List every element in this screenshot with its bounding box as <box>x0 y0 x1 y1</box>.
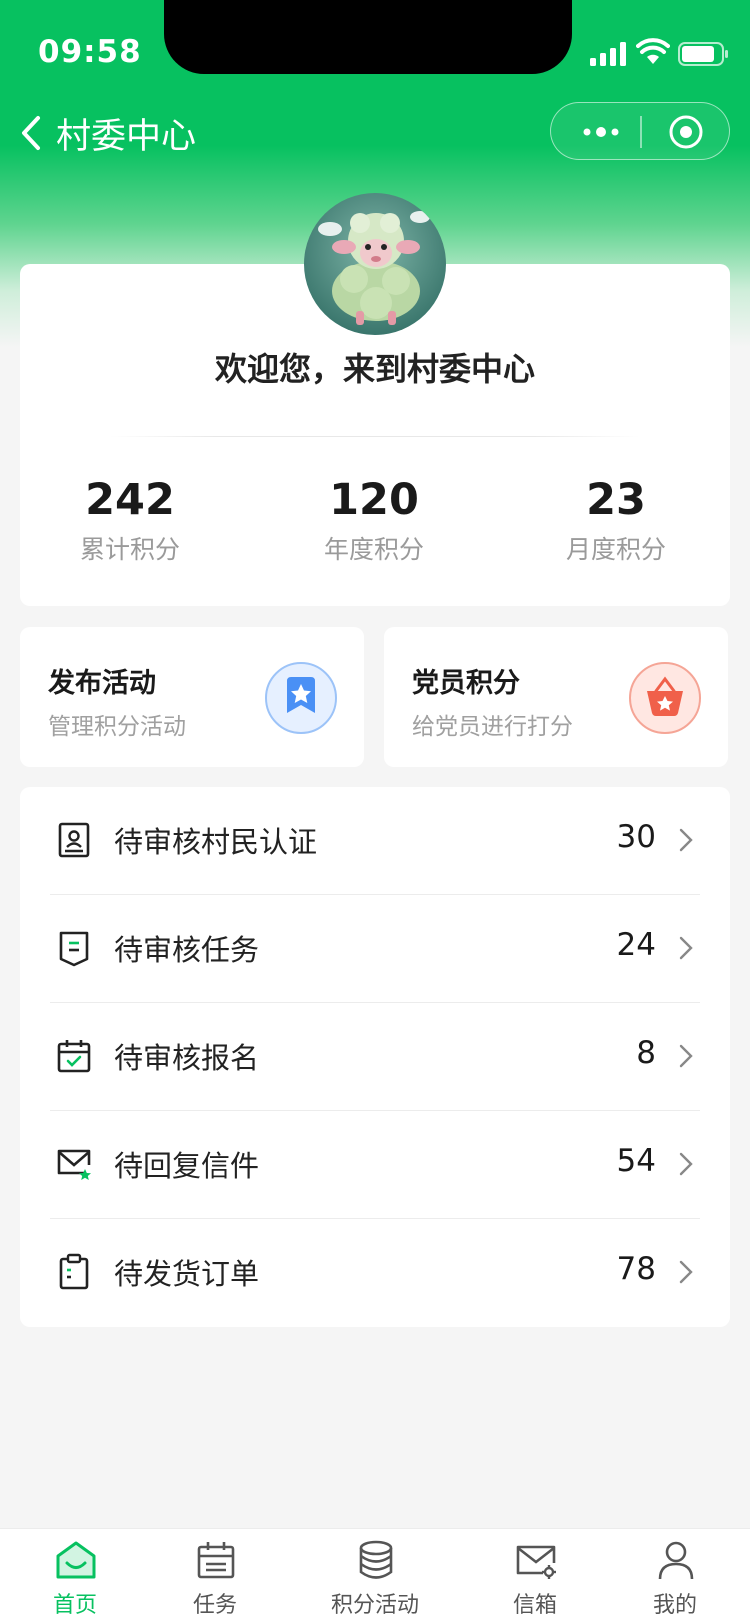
stat-yearly-points: 120 年度积分 <box>274 474 474 566</box>
chevron-right-icon <box>679 936 693 960</box>
page-title: 村委中心 <box>56 117 197 157</box>
tab-label: 任务 <box>192 1593 237 1618</box>
home-icon <box>56 1541 96 1579</box>
list-item-pending-villager-verification[interactable]: 待审核村民认证 30 <box>50 787 700 895</box>
chevron-right-icon <box>679 828 693 852</box>
tab-tasks[interactable]: 任务 <box>140 1529 290 1624</box>
card-title: 党员积分 <box>412 668 520 699</box>
capsule-divider <box>640 116 642 148</box>
mail-star-icon <box>57 1149 91 1180</box>
stat-label: 年度积分 <box>323 535 424 564</box>
bottom-tab-bar: 首页 任务 积分活动 信箱 我的 <box>0 1528 750 1624</box>
tab-label: 积分活动 <box>330 1593 419 1618</box>
card-title: 发布活动 <box>48 668 156 699</box>
calendar-check-icon <box>57 1040 91 1073</box>
status-bar: 09:58 <box>0 0 750 100</box>
tab-label: 首页 <box>52 1593 97 1618</box>
status-time: 09:58 <box>38 34 142 70</box>
stat-monthly-points: 23 月度积分 <box>516 474 716 566</box>
device-notch <box>164 0 572 74</box>
chevron-right-icon <box>679 1044 693 1068</box>
tab-mine[interactable]: 我的 <box>600 1529 750 1624</box>
badge-star-icon <box>265 662 337 734</box>
row-label: 待回复信件 <box>114 1149 260 1183</box>
party-member-points-card[interactable]: 党员积分 给党员进行打分 <box>384 627 728 767</box>
more-options-icon[interactable] <box>575 117 627 147</box>
battery-icon <box>678 42 728 66</box>
stat-total-points: 242 累计积分 <box>30 474 230 566</box>
pending-list: 待审核村民认证 30 待审核任务 24 待审核报名 8 待回复信件 54 待发货… <box>20 787 730 1327</box>
row-label: 待发货订单 <box>114 1257 260 1291</box>
chevron-right-icon <box>679 1260 693 1284</box>
row-count: 78 <box>616 1251 656 1287</box>
list-item-pending-tasks[interactable]: 待审核任务 24 <box>50 895 700 1003</box>
signal-icon <box>590 42 626 66</box>
publish-activity-card[interactable]: 发布活动 管理积分活动 <box>20 627 364 767</box>
ribbon-doc-icon <box>59 931 89 967</box>
row-count: 54 <box>616 1143 656 1179</box>
row-count: 30 <box>616 819 656 855</box>
card-divider <box>110 436 640 437</box>
close-miniprogram-icon[interactable] <box>667 113 705 151</box>
card-subtitle: 给党员进行打分 <box>412 714 573 740</box>
basket-star-icon <box>629 662 701 734</box>
stat-value: 242 <box>85 475 175 525</box>
clipboard-icon <box>59 1253 89 1290</box>
tab-label: 信箱 <box>512 1593 557 1618</box>
tab-points-activity[interactable]: 积分活动 <box>300 1529 450 1624</box>
row-count: 24 <box>616 927 656 963</box>
stat-label: 月度积分 <box>565 535 666 564</box>
list-item-pending-registrations[interactable]: 待审核报名 8 <box>50 1003 700 1111</box>
stat-value: 23 <box>586 475 646 525</box>
tab-label: 我的 <box>652 1593 697 1618</box>
row-count: 8 <box>636 1035 656 1071</box>
avatar[interactable] <box>304 193 446 335</box>
id-card-icon <box>58 822 90 858</box>
row-label: 待审核村民认证 <box>114 825 318 859</box>
mail-gear-icon <box>516 1545 556 1579</box>
database-icon <box>359 1540 393 1579</box>
card-subtitle: 管理积分活动 <box>48 714 186 740</box>
welcome-text: 欢迎您，来到村委中心 <box>214 350 535 388</box>
list-item-pending-letters[interactable]: 待回复信件 54 <box>50 1111 700 1219</box>
miniprogram-capsule <box>550 102 730 160</box>
wifi-icon <box>636 38 670 64</box>
stat-label: 累计积分 <box>79 535 180 564</box>
row-label: 待审核报名 <box>114 1041 260 1075</box>
back-arrow-icon[interactable] <box>18 114 46 152</box>
stat-value: 120 <box>329 475 419 525</box>
navigation-bar: 村委中心 <box>0 100 750 166</box>
tab-home[interactable]: 首页 <box>0 1529 150 1624</box>
chevron-right-icon <box>679 1152 693 1176</box>
calendar-icon <box>197 1542 235 1579</box>
list-item-pending-orders[interactable]: 待发货订单 78 <box>50 1219 700 1327</box>
user-icon <box>658 1541 694 1580</box>
tab-mailbox[interactable]: 信箱 <box>460 1529 610 1624</box>
row-label: 待审核任务 <box>114 933 260 967</box>
